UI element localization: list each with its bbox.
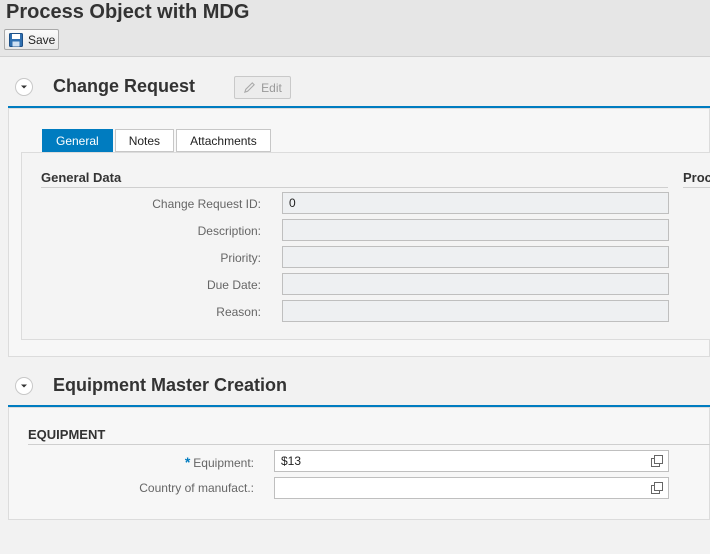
page-title: Process Object with MDG	[6, 1, 250, 23]
tab-notes[interactable]: Notes	[114, 129, 175, 152]
due-date-label: Due Date:	[206, 278, 261, 292]
chevron-down-icon	[21, 384, 27, 388]
edit-button-label: Edit	[261, 80, 282, 95]
change-request-title: Change Request	[53, 76, 196, 96]
change-request-id-field[interactable]: 0	[282, 192, 669, 214]
save-button[interactable]: Save	[4, 29, 59, 50]
priority-label: Priority:	[220, 251, 261, 265]
priority-field[interactable]	[282, 246, 669, 268]
collapse-toggle-change-request[interactable]	[15, 78, 33, 96]
edit-button[interactable]: Edit	[234, 76, 291, 99]
description-field[interactable]	[282, 219, 669, 241]
equipment-section-title: Equipment Master Creation	[53, 375, 288, 395]
collapse-toggle-equipment[interactable]	[15, 377, 33, 395]
equipment-field[interactable]: $13	[274, 450, 669, 472]
change-request-tabs: General Notes Attachments	[42, 129, 271, 152]
tab-attachments[interactable]: Attachments	[176, 129, 271, 152]
equipment-value: $13	[281, 454, 302, 468]
due-date-field[interactable]	[282, 273, 669, 295]
group-divider	[41, 187, 668, 188]
floppy-disk-icon	[9, 32, 23, 47]
process-data-heading: Proc	[683, 170, 710, 185]
page-header: Process Object with MDG Save	[0, 0, 710, 57]
tab-general[interactable]: General	[42, 129, 113, 152]
chevron-down-icon	[21, 85, 27, 89]
change-request-id-label: Change Request ID:	[152, 197, 261, 211]
reason-field[interactable]	[282, 300, 669, 322]
save-button-label: Save	[28, 32, 56, 47]
description-label: Description:	[197, 224, 261, 238]
required-marker: *	[184, 454, 191, 470]
group-divider	[28, 444, 710, 445]
country-of-manufacture-label: Country of manufact.:	[139, 481, 254, 495]
equipment-label-text: Equipment:	[193, 456, 254, 470]
country-of-manufacture-field[interactable]	[274, 477, 669, 499]
pencil-icon	[244, 82, 256, 94]
value-help-icon[interactable]	[650, 454, 664, 468]
reason-label: Reason:	[216, 305, 261, 319]
equipment-label: * Equipment:	[100, 454, 254, 470]
general-data-heading: General Data	[41, 170, 122, 185]
equipment-group-heading: EQUIPMENT	[28, 427, 106, 442]
value-help-icon[interactable]	[650, 481, 664, 495]
group-divider	[683, 187, 710, 188]
